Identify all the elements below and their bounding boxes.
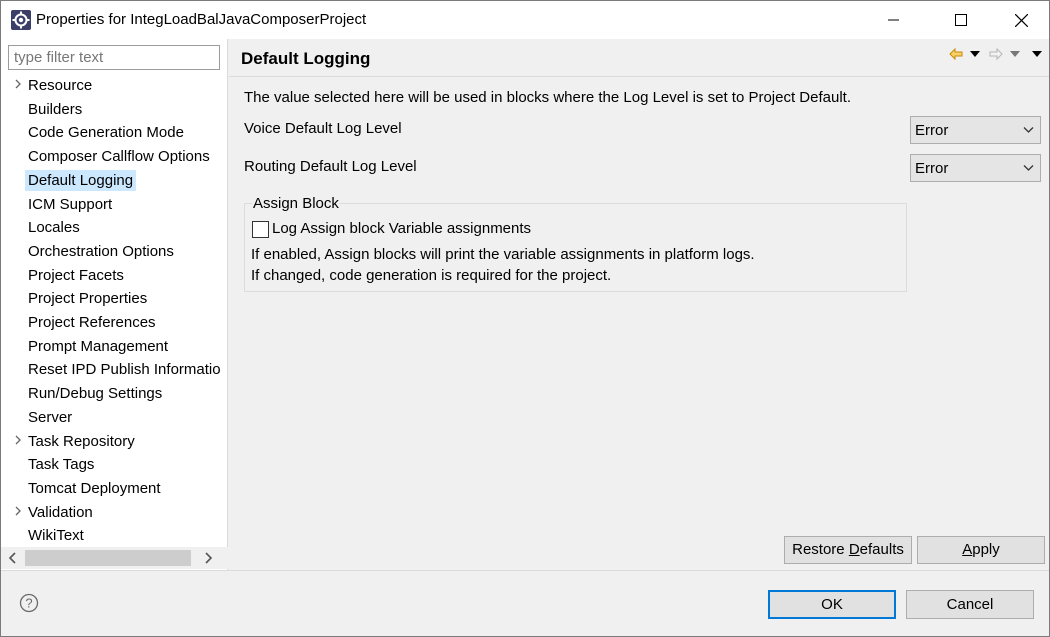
chevron-right-icon[interactable] xyxy=(12,77,24,91)
properties-dialog: Properties for IntegLoadBalJavaComposerP… xyxy=(0,0,1050,637)
page-header: Default Logging xyxy=(229,39,1049,77)
tree-item-label: Task Repository xyxy=(28,432,135,450)
chevron-right-icon[interactable] xyxy=(12,433,24,447)
tree-item-label: ICM Support xyxy=(28,195,113,213)
back-dropdown-icon[interactable] xyxy=(970,51,980,57)
tree-item[interactable]: Builders xyxy=(1,98,228,120)
page-description: The value selected here will be used in … xyxy=(244,89,852,106)
sidebar: Resource Builders Code Generation Mode Comp… xyxy=(1,39,228,570)
close-icon xyxy=(1014,13,1028,27)
help-text-line-2: If changed, code generation is required … xyxy=(251,267,612,284)
minimize-icon xyxy=(888,19,899,21)
preference-tree: Resource Builders Code Generation Mode Comp… xyxy=(1,74,228,546)
tree-item-label: Locales xyxy=(28,219,80,237)
tree-item[interactable]: Project Facets xyxy=(1,264,228,286)
tree-item-label: Orchestration Options xyxy=(28,242,174,260)
tree-item-label: Project References xyxy=(28,314,156,331)
restore-defaults-label: Restore Defaults xyxy=(792,541,904,558)
tree-item[interactable]: Project References xyxy=(1,311,228,333)
help-text-line-1: If enabled, Assign blocks will print the… xyxy=(251,246,755,263)
cancel-button[interactable]: Cancel xyxy=(906,590,1034,619)
tree-item[interactable]: Orchestration Options xyxy=(1,240,228,262)
chevron-down-icon xyxy=(1023,165,1034,171)
eclipse-gear-icon xyxy=(11,10,31,30)
restore-defaults-button[interactable]: Restore Defaults xyxy=(784,536,912,564)
tree-item[interactable]: Run/Debug Settings xyxy=(1,382,228,404)
tree-item-label: Tomcat Deployment xyxy=(28,479,161,497)
chevron-right-icon[interactable] xyxy=(12,504,24,518)
tree-item[interactable]: Locales xyxy=(1,216,228,238)
maximize-icon xyxy=(955,14,967,26)
filter-input[interactable] xyxy=(8,45,220,70)
view-menu-icon[interactable] xyxy=(1032,51,1042,57)
tree-item-label: Task Tags xyxy=(28,456,95,474)
tree-item-label: Resource xyxy=(28,77,93,94)
routing-log-level-value: Error xyxy=(915,160,949,177)
tree-item-label: Run/Debug Settings xyxy=(28,385,163,403)
voice-log-level-value: Error xyxy=(915,122,949,139)
window-title: Properties for IntegLoadBalJavaComposerP… xyxy=(36,11,367,28)
scroll-right-icon[interactable] xyxy=(202,551,214,565)
close-button[interactable] xyxy=(998,1,1044,39)
dialog-footer: ? OK Cancel xyxy=(1,570,1049,636)
tree-item[interactable]: Tomcat Deployment xyxy=(1,477,228,499)
tree-item[interactable]: Default Logging xyxy=(1,169,228,191)
tree-item[interactable]: Reset IPD Publish Informatio xyxy=(1,358,228,380)
tree-item-label: Default Logging xyxy=(25,169,137,191)
assign-block-group: Assign Block Log Assign block Variable a… xyxy=(244,195,907,292)
tree-item-label: Builders xyxy=(28,100,83,118)
voice-log-level-select[interactable]: Error xyxy=(910,116,1041,144)
back-arrow-icon[interactable] xyxy=(948,46,964,62)
tree-item[interactable]: Task Tags xyxy=(1,453,228,475)
apply-label: Apply xyxy=(962,541,1000,558)
log-assign-checkbox[interactable] xyxy=(252,221,269,238)
tree-item-label: Prompt Management xyxy=(28,337,169,355)
apply-button[interactable]: Apply xyxy=(917,536,1045,564)
routing-log-level-label: Routing Default Log Level xyxy=(244,158,417,175)
preference-page: Default Logging The value selected here … xyxy=(229,39,1049,570)
forward-arrow-icon[interactable] xyxy=(988,46,1004,62)
tree-item[interactable]: Validation xyxy=(1,501,228,523)
help-icon[interactable]: ? xyxy=(19,593,39,613)
voice-log-level-label: Voice Default Log Level xyxy=(244,120,402,137)
horizontal-scrollbar[interactable] xyxy=(1,547,228,569)
group-title: Assign Block xyxy=(252,195,340,212)
tree-item[interactable]: ICM Support xyxy=(1,193,228,215)
svg-text:?: ? xyxy=(25,596,32,611)
tree-item-label: Composer Callflow Options xyxy=(28,148,210,166)
tree-item[interactable]: Server xyxy=(1,406,228,428)
tree-item-label: Project Properties xyxy=(28,290,148,308)
log-assign-checkbox-label[interactable]: Log Assign block Variable assignments xyxy=(272,220,531,237)
tree-item[interactable]: Code Generation Mode xyxy=(1,121,228,143)
tree-item-label: Validation xyxy=(28,503,93,521)
tree-item[interactable]: WikiText xyxy=(1,524,228,546)
chevron-down-icon xyxy=(1023,127,1034,133)
routing-log-level-select[interactable]: Error xyxy=(910,154,1041,182)
tree-item[interactable]: Task Repository xyxy=(1,430,228,452)
tree-item-label: Reset IPD Publish Informatio xyxy=(28,361,221,379)
tree-item[interactable]: Resource xyxy=(1,74,228,96)
tree-item[interactable]: Project Properties xyxy=(1,287,228,309)
ok-button[interactable]: OK xyxy=(768,590,896,619)
tree-item[interactable]: Composer Callflow Options xyxy=(1,145,228,167)
forward-dropdown-icon[interactable] xyxy=(1010,51,1020,57)
tree-item-label: Server xyxy=(28,408,73,426)
tree-item-label: Project Facets xyxy=(28,266,124,284)
maximize-button[interactable] xyxy=(938,1,984,39)
tree-item-label: WikiText xyxy=(28,527,84,545)
tree-item[interactable]: Prompt Management xyxy=(1,335,228,357)
tree-item-label: Code Generation Mode xyxy=(28,124,184,142)
title-bar: Properties for IntegLoadBalJavaComposerP… xyxy=(1,1,1049,39)
minimize-button[interactable] xyxy=(871,1,917,39)
scroll-left-icon[interactable] xyxy=(7,551,19,565)
scrollbar-thumb[interactable] xyxy=(25,550,191,566)
page-title: Default Logging xyxy=(241,49,371,68)
